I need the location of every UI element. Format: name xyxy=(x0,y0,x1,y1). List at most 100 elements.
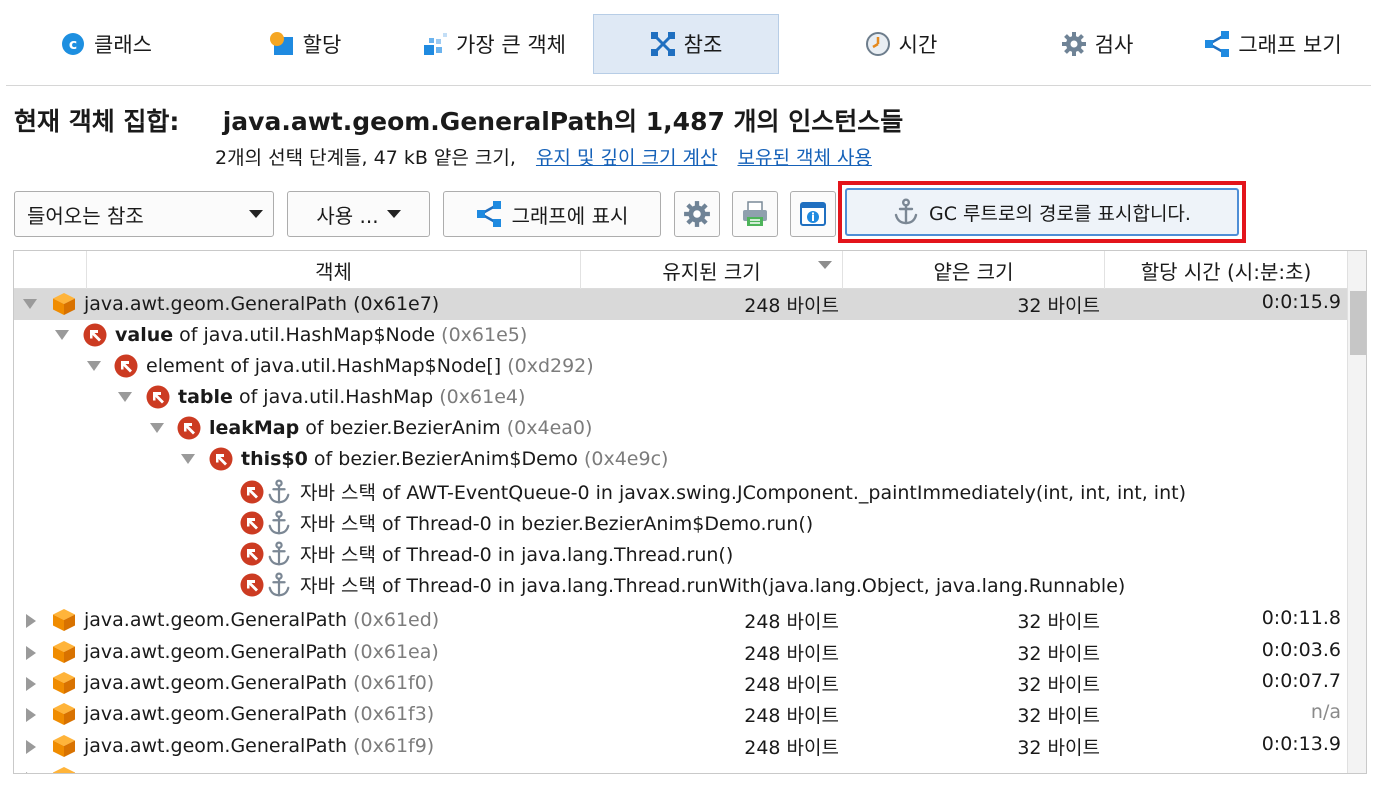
table-row[interactable]: java.awt.geom.GeneralPath (0x61f3) 248 바… xyxy=(14,699,1347,730)
table-row[interactable]: leakMap of bezier.BezierAnim (0x4ea0) xyxy=(14,413,1347,444)
allocation-time-cell: 0:0:15.9 xyxy=(1261,291,1341,313)
retained-size-cell: 248 바이트 xyxy=(744,674,839,696)
allocation-time-cell: 0:0:11.8 xyxy=(1261,607,1341,629)
shallow-size-cell: 32 바이트 xyxy=(1017,643,1100,665)
incoming-reference-icon xyxy=(83,323,107,347)
expand-toggle-icon[interactable] xyxy=(26,677,36,691)
references-tree-table: 객체 유지된 크기 얕은 크기 할당 시간 (시:분:초) java.awt.g… xyxy=(13,250,1367,774)
graph-icon xyxy=(476,201,501,227)
table-row[interactable]: java.awt.geom.GeneralPath (0x61f9) 248 바… xyxy=(14,731,1347,762)
table-row[interactable]: java.awt.geom.GeneralPath (0x61e7) 248 바… xyxy=(14,289,1347,320)
chevron-down-icon xyxy=(386,210,401,218)
incoming-reference-icon xyxy=(146,385,170,409)
tab-biggest-objects[interactable]: 가장 큰 객체 xyxy=(404,14,584,74)
expand-toggle-icon[interactable] xyxy=(26,772,36,773)
help-button[interactable] xyxy=(790,191,836,237)
use-retained-objects-link[interactable]: 보유된 객체 사용 xyxy=(737,147,871,169)
tab-time[interactable]: 시간 xyxy=(826,14,976,74)
table-row[interactable]: value of java.util.HashMap$Node (0x61e5) xyxy=(14,320,1347,351)
allocation-icon xyxy=(269,31,295,57)
reference-type-combo[interactable]: 들어오는 참조 xyxy=(14,191,274,237)
expand-toggle-icon[interactable] xyxy=(26,646,36,660)
column-header-object[interactable]: 객체 xyxy=(86,251,580,289)
info-icon xyxy=(800,202,826,226)
sort-descending-icon xyxy=(818,261,832,269)
allocation-time-cell: 0:0:13.9 xyxy=(1261,733,1341,755)
collapse-toggle-icon[interactable] xyxy=(23,299,37,309)
show-paths-to-gc-root-button[interactable]: GC 루트로의 경로를 표시합니다. xyxy=(845,188,1239,236)
table-row[interactable]: java.awt.geom.GeneralPath (0x61ea) 248 바… xyxy=(14,637,1347,668)
use-button[interactable]: 사용 ... xyxy=(287,191,430,237)
table-row[interactable]: 자바 스택 of Thread-0 in bezier.BezierAnim$D… xyxy=(14,506,1347,537)
show-in-graph-button[interactable]: 그래프에 표시 xyxy=(443,191,661,237)
current-object-set-heading: 현재 객체 집합: java.awt.geom.GeneralPath의 1,4… xyxy=(14,102,903,138)
tab-allocations[interactable]: 할당 xyxy=(230,14,380,74)
incoming-reference-icon xyxy=(240,511,264,534)
collapse-toggle-icon[interactable] xyxy=(150,423,164,433)
table-header: 객체 유지된 크기 얕은 크기 할당 시간 (시:분:초) xyxy=(14,251,1347,289)
collapse-toggle-icon[interactable] xyxy=(118,392,132,402)
incoming-reference-icon xyxy=(240,480,264,503)
vertical-scrollbar[interactable] xyxy=(1347,251,1366,773)
show-paths-to-gc-root-label: GC 루트로의 경로를 표시합니다. xyxy=(929,202,1191,225)
object-instance-icon xyxy=(53,735,75,757)
collapse-toggle-icon[interactable] xyxy=(181,454,195,464)
expand-toggle-icon[interactable] xyxy=(26,708,36,722)
object-instance-icon xyxy=(53,767,75,773)
reference-type-value: 들어오는 참조 xyxy=(27,203,144,228)
graph-icon xyxy=(1204,31,1230,57)
tab-graph[interactable]: 그래프 보기 xyxy=(1190,14,1356,74)
table-row[interactable]: this$0 of bezier.BezierAnim$Demo (0x4e9c… xyxy=(14,444,1347,475)
printer-icon xyxy=(743,201,767,226)
biggest-objects-icon xyxy=(422,31,448,57)
retained-size-cell: 248 바이트 xyxy=(744,737,839,759)
tab-references[interactable]: 참조 xyxy=(593,14,779,74)
table-row[interactable]: table of java.util.HashMap (0x61e4) xyxy=(14,382,1347,413)
allocation-time-cell: n/a xyxy=(1310,701,1341,723)
heading-label: 현재 객체 집합: xyxy=(14,107,180,136)
table-row[interactable]: java.awt.geom.GeneralPath (0x61ed) 248 바… xyxy=(14,605,1347,636)
table-row[interactable]: element of java.util.HashMap$Node[] (0xd… xyxy=(14,351,1347,382)
incoming-reference-icon xyxy=(209,447,233,471)
settings-button[interactable] xyxy=(674,191,720,237)
collapse-toggle-icon[interactable] xyxy=(55,330,69,340)
retained-size-cell: 248 바이트 xyxy=(744,295,839,317)
object-instance-icon xyxy=(53,293,75,315)
print-button[interactable] xyxy=(732,191,778,237)
tab-inspections[interactable]: 검사 xyxy=(1022,14,1172,74)
references-icon xyxy=(650,31,676,57)
column-header-allocation-time[interactable]: 할당 시간 (시:분:초) xyxy=(1104,251,1347,289)
object-instance-icon xyxy=(53,609,75,631)
chevron-down-icon xyxy=(249,210,263,218)
table-row[interactable]: 자바 스택 of Thread-0 in java.lang.Thread.ru… xyxy=(14,568,1347,599)
anchor-icon xyxy=(268,540,290,565)
clock-icon xyxy=(865,31,891,57)
column-header-shallow-size[interactable]: 얕은 크기 xyxy=(842,251,1104,289)
object-instance-icon xyxy=(53,672,75,694)
expand-toggle-icon[interactable] xyxy=(26,614,36,628)
object-set-summary: 2개의 선택 단계들, 47 kB 얕은 크기, 유지 및 깊이 크기 계산 보… xyxy=(215,143,872,170)
class-icon: c xyxy=(60,31,86,57)
tab-classes[interactable]: c 클래스 xyxy=(26,14,186,74)
table-row[interactable]: java.awt.geom.GeneralPath (0x61f0) 248 바… xyxy=(14,668,1347,699)
shallow-size-cell: 32 바이트 xyxy=(1017,295,1100,317)
collapse-toggle-icon[interactable] xyxy=(87,361,101,371)
retained-size-cell: 248 바이트 xyxy=(744,643,839,665)
anchor-icon xyxy=(268,571,290,596)
table-row[interactable]: 자바 스택 of Thread-0 in java.lang.Thread.ru… xyxy=(14,537,1347,568)
incoming-reference-icon xyxy=(240,542,264,565)
anchor-icon xyxy=(268,478,290,503)
table-row[interactable] xyxy=(14,763,1347,773)
table-row[interactable]: 자바 스택 of AWT-EventQueue-0 in javax.swing… xyxy=(14,475,1347,506)
anchor-icon xyxy=(894,198,918,225)
summary-text: 2개의 선택 단계들, 47 kB 얕은 크기, xyxy=(215,147,516,169)
column-header-retained-size[interactable]: 유지된 크기 xyxy=(580,251,842,289)
calculate-retained-sizes-link[interactable]: 유지 및 깊이 크기 계산 xyxy=(536,147,717,169)
use-button-label: 사용 ... xyxy=(316,203,379,228)
expand-toggle-icon[interactable] xyxy=(26,740,36,754)
retained-size-cell: 248 바이트 xyxy=(744,705,839,727)
allocation-time-cell: 0:0:03.6 xyxy=(1261,639,1341,661)
object-instance-icon xyxy=(53,703,75,725)
scrollbar-thumb[interactable] xyxy=(1350,291,1366,355)
shallow-size-cell: 32 바이트 xyxy=(1017,705,1100,727)
